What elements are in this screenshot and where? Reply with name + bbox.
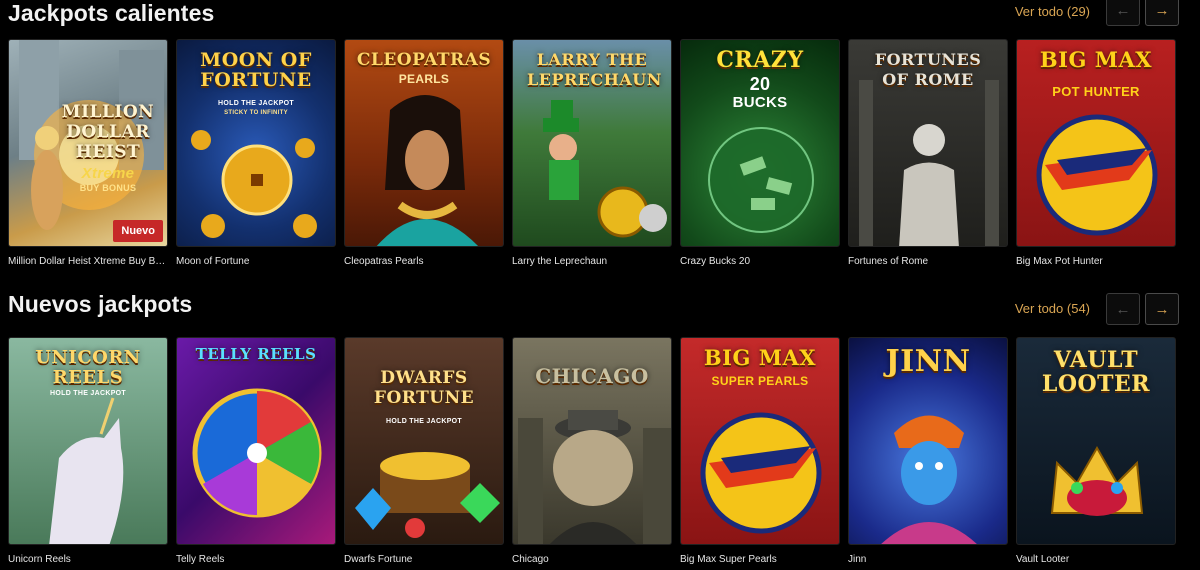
game-card[interactable]: BIG MAX SUPER PEARLS Big Max Super Pearl… [680, 337, 840, 565]
game-title[interactable]: Cleopatras Pearls [344, 256, 502, 267]
prize-wheel-art [192, 388, 322, 518]
game-thumbnail[interactable]: TELLY REELS [176, 337, 336, 545]
game-logo-text: BIG MAX [1039, 47, 1153, 72]
game-logo-text: FORTUNES OF ROME [874, 50, 982, 89]
game-logo-text: BIG MAX [703, 345, 817, 370]
game-thumbnail[interactable]: MILLION DOLLAR HEIST Xtreme BUY BONUS Nu… [8, 39, 168, 247]
game-card[interactable]: DWARFS FORTUNE HOLD THE JACKPOT Dwarfs F… [344, 337, 504, 565]
game-thumbnail[interactable]: DWARFS FORTUNE HOLD THE JACKPOT [344, 337, 504, 545]
game-row: MILLION DOLLAR HEIST Xtreme BUY BONUS Nu… [8, 39, 1176, 267]
game-row: UNICORN REELS HOLD THE JACKPOT Unicorn R… [8, 337, 1176, 565]
game-title[interactable]: Larry the Leprechaun [512, 256, 670, 267]
game-logo-text: DWARFS FORTUNE [373, 368, 475, 408]
game-thumbnail[interactable]: JINN [848, 337, 1008, 545]
game-thumbnail[interactable]: FORTUNES OF ROME [848, 39, 1008, 247]
game-title[interactable]: Jinn [848, 554, 1006, 565]
game-thumbnail[interactable]: BIG MAX SUPER PEARLS [680, 337, 840, 545]
arrow-right-icon: → [1154, 1, 1170, 19]
game-title[interactable]: Unicorn Reels [8, 554, 166, 565]
game-card[interactable]: UNICORN REELS HOLD THE JACKPOT Unicorn R… [8, 337, 168, 565]
game-thumbnail[interactable]: CLEOPATRAS PEARLS [344, 39, 504, 247]
game-logo-text: CLEOPATRAS [356, 50, 492, 70]
game-thumbnail[interactable]: CRAZY 20 BUCKS [680, 39, 840, 247]
game-logo-text: MOON OF FORTUNE [200, 49, 312, 91]
game-logo-text: TELLY REELS [195, 345, 317, 363]
game-logo-subtext: PEARLS [398, 72, 450, 86]
game-title[interactable]: Million Dollar Heist Xtreme Buy Bonus [8, 256, 166, 267]
game-card[interactable]: TELLY REELS Telly Reels [176, 337, 336, 565]
game-card[interactable]: VAULT LOOTER Vault Looter [1016, 337, 1176, 565]
game-thumbnail[interactable]: LARRY THE LEPRECHAUN [512, 39, 672, 247]
next-button[interactable]: → [1145, 293, 1179, 325]
section-title: Nuevos jackpots [8, 291, 193, 317]
game-card[interactable]: JINN Jinn [848, 337, 1008, 565]
prev-button[interactable]: ← [1106, 293, 1140, 325]
game-title[interactable]: Chicago [512, 554, 670, 565]
game-logo-subtext: BUY BONUS [79, 183, 137, 193]
game-card[interactable]: LARRY THE LEPRECHAUN Larry the Leprechau… [512, 39, 672, 267]
prev-button[interactable]: ← [1106, 0, 1140, 26]
game-title[interactable]: Moon of Fortune [176, 256, 334, 267]
game-title[interactable]: Crazy Bucks 20 [680, 256, 838, 267]
game-logo-text: MILLION DOLLAR HEIST [61, 102, 155, 162]
section-title: Jackpots calientes [8, 0, 215, 26]
game-logo-subtext: HOLD THE JACKPOT [218, 100, 294, 107]
new-badge: Nuevo [113, 220, 163, 242]
game-thumbnail[interactable]: MOON OF FORTUNE HOLD THE JACKPOT STICKY … [176, 39, 336, 247]
game-logo-subtext: SUPER PEARLS [711, 374, 809, 388]
game-logo-subtext: HOLD THE JACKPOT [50, 390, 126, 397]
game-logo-text: LARRY THE LEPRECHAUN [527, 50, 662, 89]
game-card[interactable]: FORTUNES OF ROME Fortunes of Rome [848, 39, 1008, 267]
game-thumbnail[interactable]: CHICAGO [512, 337, 672, 545]
game-logo-subtext: STICKY TO INFINITY [224, 110, 288, 116]
game-card[interactable]: MOON OF FORTUNE HOLD THE JACKPOT STICKY … [176, 39, 336, 267]
game-logo-text: CRAZY [716, 47, 804, 73]
game-logo-subtext: 20 [749, 74, 771, 94]
game-logo-subtext: Xtreme [81, 165, 135, 182]
game-logo-subtext: POT HUNTER [1052, 84, 1140, 99]
arrow-left-icon: ← [1115, 300, 1131, 318]
see-all-link[interactable]: Ver todo (29) [1015, 4, 1090, 19]
game-thumbnail[interactable]: UNICORN REELS HOLD THE JACKPOT [8, 337, 168, 545]
next-button[interactable]: → [1145, 0, 1179, 26]
game-logo-text: UNICORN REELS [35, 347, 141, 388]
game-card[interactable]: MILLION DOLLAR HEIST Xtreme BUY BONUS Nu… [8, 39, 168, 267]
game-card[interactable]: CRAZY 20 BUCKS Crazy Bucks 20 [680, 39, 840, 267]
hot-jackpots-section: Jackpots calientes Ver todo (29) ← → MIL… [0, 0, 1200, 267]
new-jackpots-section: Nuevos jackpots Ver todo (54) ← → UNICOR… [0, 291, 1200, 565]
section-header: Nuevos jackpots Ver todo (54) ← → [0, 291, 1200, 327]
game-title[interactable]: Big Max Super Pearls [680, 554, 838, 565]
game-logo-text: VAULT LOOTER [1041, 347, 1151, 397]
game-card[interactable]: CHICAGO Chicago [512, 337, 672, 565]
see-all-link[interactable]: Ver todo (54) [1015, 301, 1090, 316]
arrow-right-icon: → [1154, 300, 1170, 318]
game-logo-text: CHICAGO [535, 364, 649, 388]
game-title[interactable]: Big Max Pot Hunter [1016, 256, 1174, 267]
game-title[interactable]: Fortunes of Rome [848, 256, 1006, 267]
game-title[interactable]: Vault Looter [1016, 554, 1174, 565]
game-card[interactable]: BIG MAX POT HUNTER Big Max Pot Hunter [1016, 39, 1176, 267]
game-thumbnail[interactable]: BIG MAX POT HUNTER [1016, 39, 1176, 247]
arrow-left-icon: ← [1115, 1, 1131, 19]
game-card[interactable]: CLEOPATRAS PEARLS Cleopatras Pearls [344, 39, 504, 267]
game-title[interactable]: Dwarfs Fortune [344, 554, 502, 565]
section-header: Jackpots calientes Ver todo (29) ← → [0, 0, 1200, 36]
game-thumbnail[interactable]: VAULT LOOTER [1016, 337, 1176, 545]
game-logo-subtext: BUCKS [732, 94, 788, 111]
game-title[interactable]: Telly Reels [176, 554, 334, 565]
game-logo-text: JINN [885, 344, 971, 379]
game-logo-subtext: HOLD THE JACKPOT [386, 418, 462, 425]
